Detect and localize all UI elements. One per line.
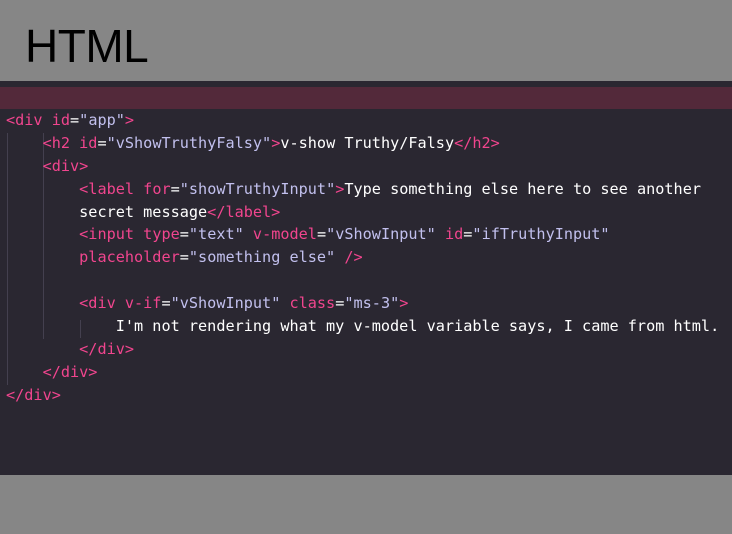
code-line-3: <div> (42, 156, 89, 175)
code-line-9: <div v-if="vShowInput" class="ms-3"> (79, 294, 409, 313)
code-line-2: <h2 id="vShowTruthyFalsy">v-show Truthy/… (42, 133, 500, 152)
code-line-6: <input type="text" v-model="vShowInput" … (79, 225, 610, 244)
slide-title: HTML (25, 20, 149, 72)
code-line-7: placeholder="something else" /> (79, 248, 363, 267)
code-block: <div id="app"> <h2 id="vShowTruthyFalsy"… (6, 109, 732, 407)
code-line-11: </div> (79, 339, 135, 358)
code-line-4: <label for="showTruthyInput">Type someth… (79, 179, 701, 198)
line-highlight-bar (0, 87, 732, 109)
code-line-12: </div> (42, 362, 98, 381)
code-panel: <div id="app"> <h2 id="vShowTruthyFalsy"… (0, 81, 732, 475)
code-line-13: </div> (6, 385, 61, 404)
code-line-10: I'm not rendering what my v-model variab… (115, 317, 720, 336)
code-line-1: <div id="app"> (6, 111, 135, 129)
code-line-5: secret message</label> (79, 202, 281, 221)
